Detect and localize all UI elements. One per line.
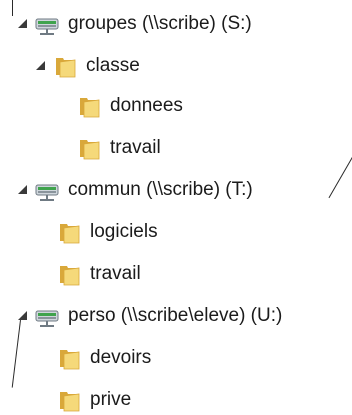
folder-icon <box>56 219 82 245</box>
network-drive-icon <box>34 177 60 203</box>
tree-item-perso-drive[interactable]: perso (\\scribe\eleve) (U:) <box>16 298 282 334</box>
folder-icon <box>56 345 82 371</box>
tree-item-label: prive <box>90 389 132 410</box>
folder-icon <box>76 93 102 119</box>
tree-item-commun-drive[interactable]: commun (\\scribe) (T:) <box>16 172 253 208</box>
tree-item-label: travail <box>110 137 161 158</box>
tree-item-label: donnees <box>110 95 183 116</box>
tree-item-label: commun (\\scribe) (T:) <box>68 179 253 200</box>
tree-item-label: perso (\\scribe\eleve) (U:) <box>68 305 283 326</box>
folder-icon <box>76 135 102 161</box>
tree-item-travail[interactable]: travail <box>76 130 161 166</box>
expanded-arrow-icon[interactable] <box>16 183 30 197</box>
expanded-arrow-icon[interactable] <box>16 309 30 323</box>
folder-icon <box>52 53 78 79</box>
network-drive-icon <box>34 11 60 37</box>
network-drive-icon <box>34 303 60 329</box>
callout-line <box>328 150 352 199</box>
tree-item-label: devoirs <box>90 347 152 368</box>
tree-item-groupes-drive[interactable]: groupes (\\scribe) (S:) <box>16 6 252 42</box>
expanded-arrow-icon[interactable] <box>34 59 48 73</box>
folder-tree: groupes (\\scribe) (S:) classe donnees t… <box>0 0 352 415</box>
callout-line <box>12 0 13 16</box>
folder-icon <box>56 387 82 413</box>
tree-item-donnees[interactable]: donnees <box>76 88 183 124</box>
tree-item-label: classe <box>86 55 140 76</box>
tree-item-prive[interactable]: prive <box>56 382 131 415</box>
tree-item-label: logiciels <box>90 221 158 242</box>
tree-item-label: groupes (\\scribe) (S:) <box>68 13 252 34</box>
folder-icon <box>56 261 82 287</box>
tree-item-classe[interactable]: classe <box>34 48 140 84</box>
tree-item-logiciels[interactable]: logiciels <box>56 214 158 250</box>
tree-item-label: travail <box>90 263 141 284</box>
expanded-arrow-icon[interactable] <box>16 17 30 31</box>
tree-item-travail[interactable]: travail <box>56 256 141 292</box>
tree-item-devoirs[interactable]: devoirs <box>56 340 151 376</box>
